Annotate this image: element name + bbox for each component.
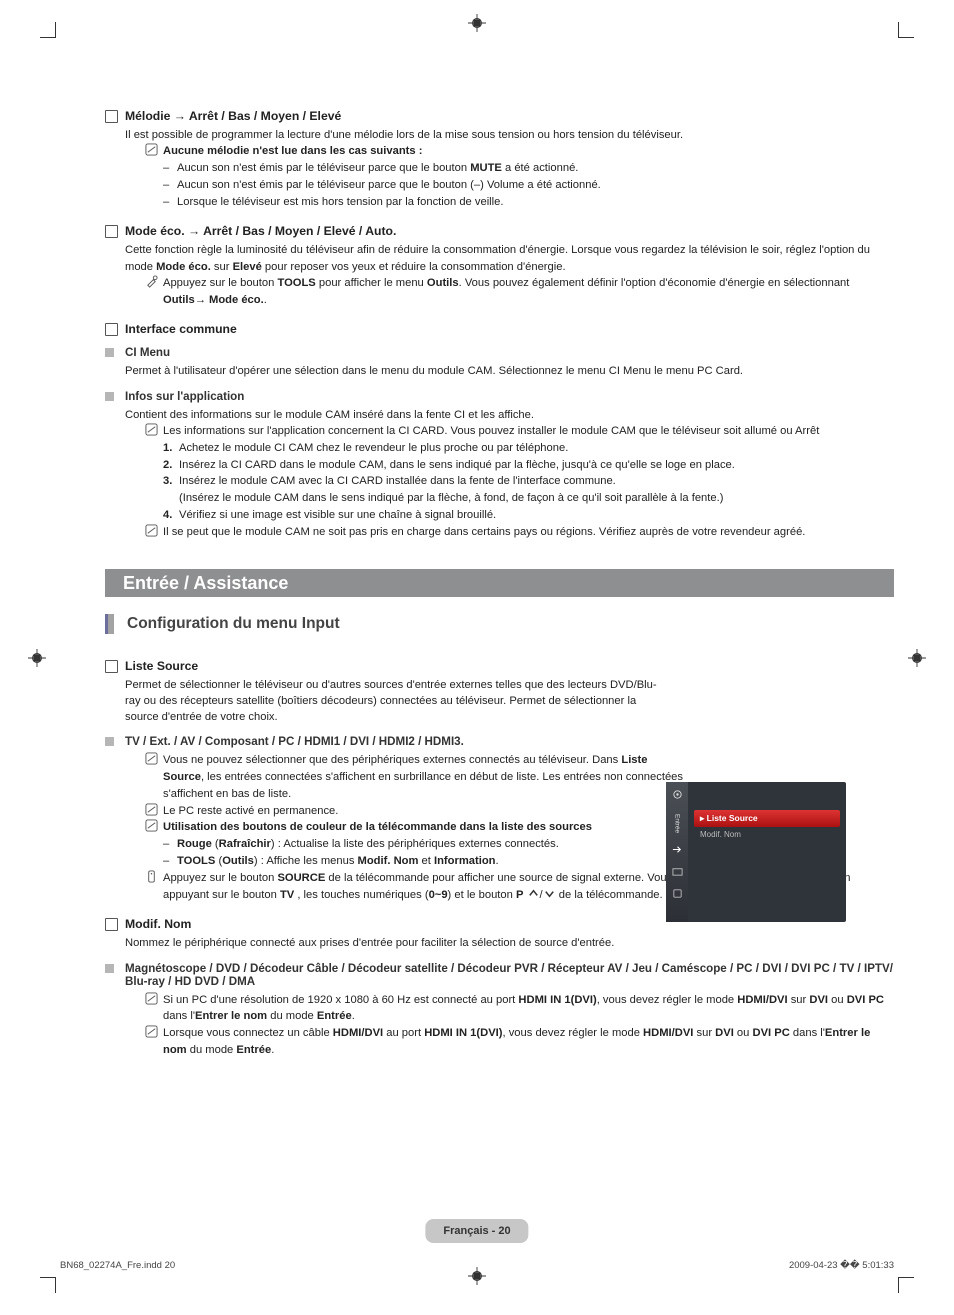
- note-title: Aucune mélodie n'est lue dans les cas su…: [163, 145, 422, 157]
- crop-mark: [898, 1277, 914, 1293]
- heading-eco: Mode éco. → Arrêt / Bas / Moyen / Elevé …: [105, 224, 894, 238]
- list-item: 3.Insérez le module CAM avec la CI CARD …: [163, 473, 894, 490]
- input-icon: [671, 843, 683, 855]
- gear-icon: [671, 788, 683, 800]
- note-row: Si un PC d'une résolution de 1920 x 1080…: [145, 992, 894, 1026]
- subheading-ci-menu: CI Menu: [105, 346, 894, 359]
- indd-timestamp: 2009-04-23 �� 5:01:33: [789, 1260, 894, 1271]
- note-icon: [145, 803, 159, 817]
- note-icon: [145, 423, 159, 437]
- body-text: Permet à l'utilisateur d'opérer une séle…: [125, 363, 894, 379]
- heading-melody: Mélodie → Arrêt / Bas / Moyen / Elevé: [105, 109, 894, 123]
- note-row: Lorsque vous connectez un câble HDMI/DVI…: [145, 1025, 894, 1059]
- remote-icon: [145, 870, 159, 884]
- note-icon: [145, 143, 159, 157]
- subheading-modif-list: Magnétoscope / DVD / Décodeur Câble / Dé…: [105, 962, 894, 988]
- list-item: Lorsque le téléviseur est mis hors tensi…: [163, 194, 894, 211]
- crop-mark: [898, 22, 914, 38]
- heading-interface-commune: Interface commune: [105, 322, 894, 336]
- crop-mark: [40, 1277, 56, 1293]
- crop-mark: [40, 22, 56, 38]
- indd-filename: BN68_02274A_Fre.indd 20: [60, 1260, 175, 1271]
- note-icon: [145, 1025, 159, 1039]
- note-icon: [145, 992, 159, 1006]
- subheading-source-list: TV / Ext. / AV / Composant / PC / HDMI1 …: [105, 735, 894, 748]
- osd-preview: Entrée ▸ Liste Source Modif. Nom: [666, 782, 846, 922]
- page-number: Français - 20: [425, 1219, 528, 1243]
- note-row: Aucune mélodie n'est lue dans les cas su…: [145, 143, 894, 160]
- note-row: Il se peut que le module CAM ne soit pas…: [145, 524, 894, 541]
- note-icon: [145, 819, 159, 833]
- osd-side-label: Entrée: [674, 814, 681, 833]
- support-icon: [671, 887, 683, 899]
- note-icon: [145, 524, 159, 538]
- heading-configuration-input: Configuration du menu Input: [105, 615, 894, 633]
- body-text: Il est possible de programmer la lecture…: [125, 127, 894, 143]
- subheading-app-info: Infos sur l'application: [105, 390, 894, 403]
- note-row: Vous ne pouvez sélectionner que des péri…: [145, 752, 690, 802]
- body-text: Nommez le périphérique connecté aux pris…: [125, 935, 894, 951]
- note-row: Les informations sur l'application conce…: [145, 423, 894, 440]
- registration-mark-icon: [908, 649, 926, 667]
- body-text: Contient des informations sur le module …: [125, 407, 894, 423]
- body-text: Permet de sélectionner le téléviseur ou …: [125, 677, 670, 726]
- registration-mark-icon: [468, 14, 486, 32]
- up-icon: [527, 889, 540, 901]
- list-item: (Insérez le module CAM dans le sens indi…: [163, 490, 894, 507]
- folder-icon: [671, 865, 683, 877]
- note-row: Utilisation des boutons de couleur de la…: [145, 819, 690, 836]
- down-icon: [543, 889, 556, 901]
- osd-item-selected: ▸ Liste Source: [694, 810, 840, 827]
- tools-icon: [145, 275, 159, 289]
- body-text: Cette fonction règle la luminosité du té…: [125, 242, 894, 274]
- list-item: 4.Vérifiez si une image est visible sur …: [163, 507, 894, 524]
- list-item: 2.Insérez la CI CARD dans le module CAM,…: [163, 457, 894, 474]
- note-row: Le PC reste activé en permanence.: [145, 803, 690, 820]
- list-item: Aucun son n'est émis par le téléviseur p…: [163, 160, 894, 177]
- section-band-entree-assistance: Entrée / Assistance: [105, 569, 894, 597]
- list-item: 1.Achetez le module CI CAM chez le reven…: [163, 440, 894, 457]
- note-icon: [145, 752, 159, 766]
- heading-liste-source: Liste Source: [105, 659, 894, 673]
- osd-item: Modif. Nom: [694, 827, 840, 842]
- note-row: Appuyez sur le bouton TOOLS pour affiche…: [145, 275, 894, 309]
- registration-mark-icon: [28, 649, 46, 667]
- list-item: Aucun son n'est émis par le téléviseur p…: [163, 177, 894, 194]
